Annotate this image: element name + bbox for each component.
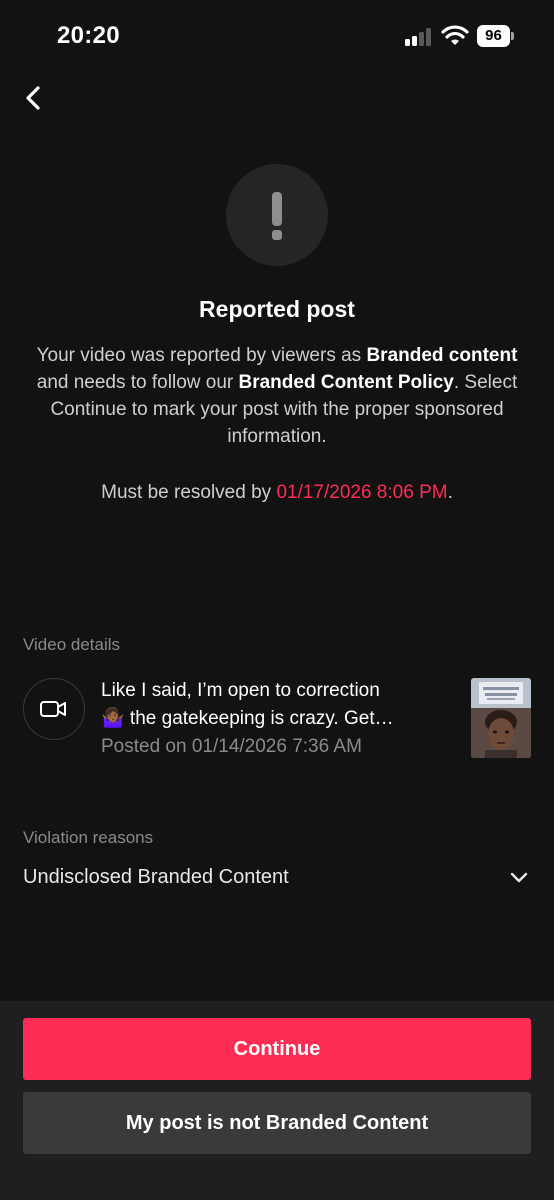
battery-icon: 96 xyxy=(477,25,514,47)
chevron-left-icon xyxy=(26,86,40,110)
battery-level: 96 xyxy=(477,25,510,47)
video-camera-icon xyxy=(40,701,66,717)
video-icon-badge xyxy=(23,678,85,740)
violation-reasons-label: Violation reasons xyxy=(23,828,154,847)
status-time: 20:20 xyxy=(57,22,120,49)
video-caption[interactable]: Like I said, I’m open to correction 🤷🏾‍♀… xyxy=(101,677,453,733)
deadline-date: 01/17/2026 8:06 PM xyxy=(276,482,448,503)
branded-content-policy-link[interactable]: Branded Content Policy xyxy=(239,372,454,393)
cellular-signal-icon xyxy=(405,28,435,46)
deadline-text: Must be resolved by 01/17/2026 8:06 PM. xyxy=(101,482,453,503)
back-button[interactable] xyxy=(18,80,50,116)
branded-content-text: Branded content xyxy=(366,345,518,366)
violation-reason-value: Undisclosed Branded Content xyxy=(23,866,289,888)
video-posted-date: Posted on 01/14/2026 7:36 AM xyxy=(101,736,362,757)
video-caption-line1: Like I said, I’m open to correction xyxy=(101,680,380,701)
status-bar: 20:20 96 xyxy=(0,0,554,74)
video-thumbnail[interactable] xyxy=(471,678,531,758)
wifi-icon xyxy=(441,25,469,45)
chevron-down-icon xyxy=(510,872,528,883)
violation-reason-dropdown[interactable]: Undisclosed Branded Content xyxy=(23,863,531,897)
exclamation-icon xyxy=(272,192,282,240)
page-title: Reported post xyxy=(199,296,355,322)
video-caption-line2: 🤷🏾‍♀️ the gatekeeping is crazy. Get… xyxy=(101,708,394,729)
report-description: Your video was reported by viewers as Br… xyxy=(36,345,518,447)
alert-badge xyxy=(226,164,328,266)
video-details-label: Video details xyxy=(23,635,121,654)
not-branded-content-button[interactable]: My post is not Branded Content xyxy=(23,1092,531,1154)
continue-button[interactable]: Continue xyxy=(23,1018,531,1080)
